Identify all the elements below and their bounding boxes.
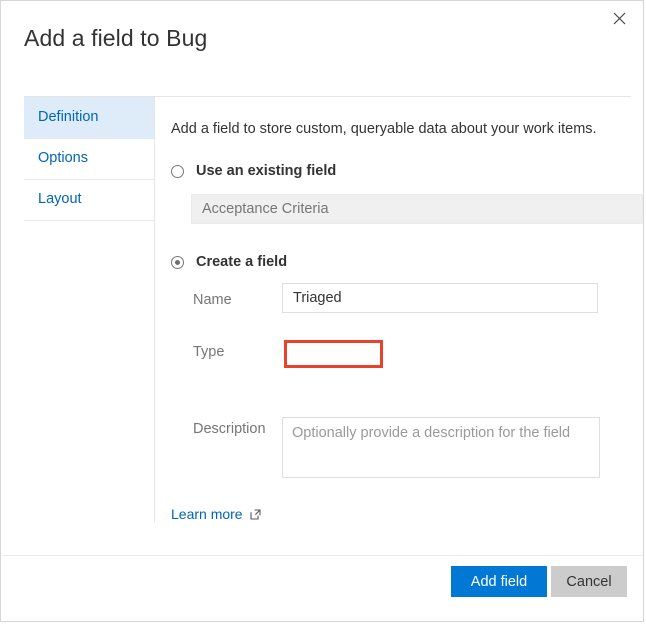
annotation-rectangle-type-value [284,340,383,368]
tab-definition-label: Definition [38,109,99,125]
tab-options-label: Options [38,150,88,166]
add-field-dialog: Add a field to Bug Definition Options La… [0,0,644,622]
existing-field-value: Acceptance Criteria [202,201,329,217]
description-label: Description [193,421,266,437]
radio-create-field-label: Create a field [196,254,288,270]
learn-more-link[interactable]: Learn more [171,506,261,522]
panel-description: Add a field to store custom, queryable d… [171,121,597,137]
external-link-icon [250,508,261,520]
footer-divider [2,555,643,556]
tab-layout-label: Layout [38,191,82,207]
learn-more-label: Learn more [171,506,243,522]
tab-options[interactable]: Options [24,138,154,179]
content-divider [154,97,155,522]
radio-use-existing-label: Use an existing field [196,163,337,179]
type-label: Type [193,344,225,360]
existing-field-select: Acceptance Criteria [191,194,643,224]
page-title: Add a field to Bug [24,25,208,51]
radio-create-field[interactable]: Create a field [171,254,287,270]
close-icon[interactable] [605,5,633,31]
radio-icon-create-field[interactable] [171,255,184,269]
cancel-button[interactable]: Cancel [551,566,627,597]
dialog-footer: Add field Cancel [1,555,643,621]
add-field-button[interactable]: Add field [451,566,547,597]
name-input-value: Triaged [293,290,342,306]
tab-layout[interactable]: Layout [24,179,154,220]
tab-list: Definition Options Layout [24,97,154,221]
radio-icon-use-existing[interactable] [171,164,184,178]
name-label: Name [193,292,232,308]
radio-use-existing-field[interactable]: Use an existing field [171,163,336,179]
description-textarea[interactable]: Optionally provide a description for the… [282,417,600,478]
name-input[interactable]: Triaged [282,283,598,313]
description-placeholder: Optionally provide a description for the… [292,425,571,441]
tab-definition[interactable]: Definition [24,97,154,138]
